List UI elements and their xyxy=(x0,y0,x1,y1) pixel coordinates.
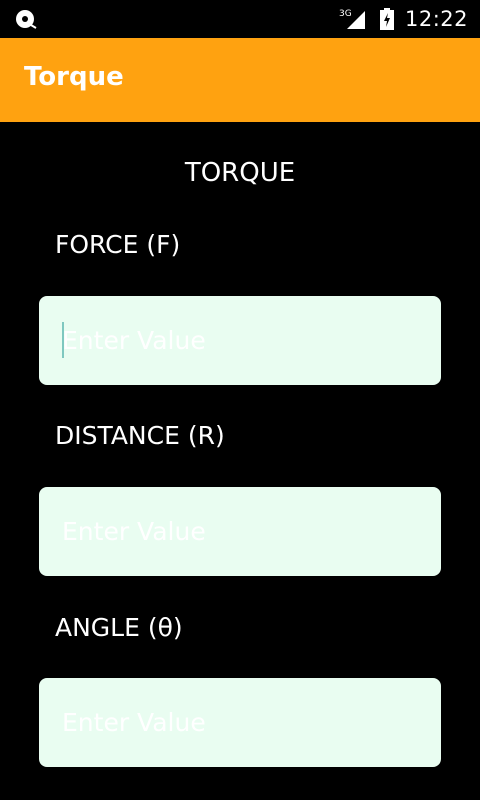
app-title: Torque xyxy=(24,62,124,92)
status-clock: 12:22 xyxy=(404,7,468,31)
distance-label: DISTANCE (R) xyxy=(55,421,225,450)
force-input[interactable] xyxy=(39,296,441,385)
status-right-group: 3G 12:22 xyxy=(339,0,468,38)
app-bar: Torque xyxy=(0,38,480,122)
status-bar: 3G 12:22 xyxy=(0,0,480,38)
angle-input[interactable] xyxy=(39,678,441,767)
battery-charging-icon xyxy=(379,7,395,31)
sync-disc-icon xyxy=(14,8,38,30)
force-label: FORCE (F) xyxy=(55,230,181,259)
signal-icon: 3G xyxy=(339,7,369,31)
distance-input[interactable] xyxy=(39,487,441,576)
network-type-label: 3G xyxy=(339,9,352,19)
force-input-box[interactable] xyxy=(39,296,441,385)
angle-input-box[interactable] xyxy=(39,678,441,767)
angle-label: ANGLE (θ) xyxy=(55,613,183,642)
text-cursor xyxy=(62,322,64,358)
page-heading: TORQUE xyxy=(184,158,296,188)
distance-input-box[interactable] xyxy=(39,487,441,576)
